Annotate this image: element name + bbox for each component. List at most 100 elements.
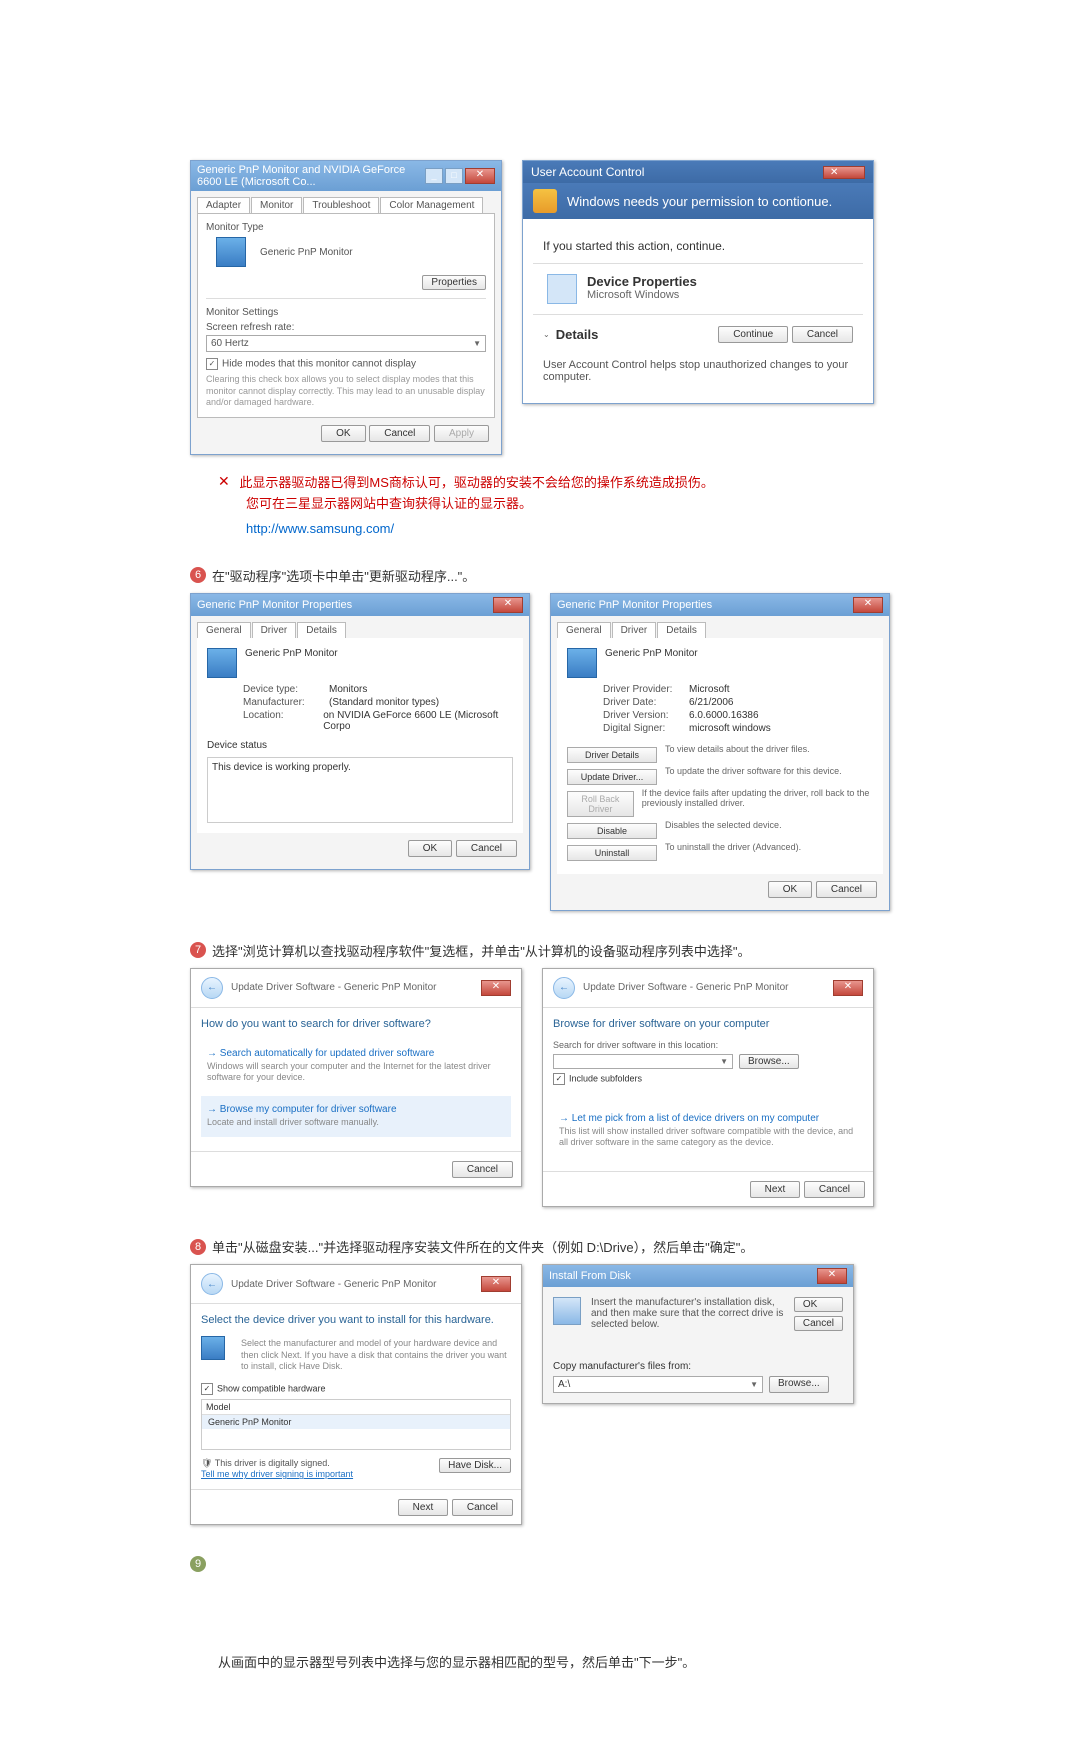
- ok-button[interactable]: OK: [321, 425, 365, 442]
- option-pick-list[interactable]: → Let me pick from a list of device driv…: [553, 1105, 863, 1157]
- rollback-button: Roll Back Driver: [567, 791, 634, 817]
- tab-monitor[interactable]: Monitor: [251, 197, 302, 213]
- disable-button[interactable]: Disable: [567, 823, 657, 839]
- model-header: Model: [202, 1400, 510, 1415]
- hide-modes-desc: Clearing this check box allows you to se…: [206, 374, 486, 409]
- update-driver-button[interactable]: Update Driver...: [567, 769, 657, 785]
- cancel-button[interactable]: Cancel: [456, 840, 517, 857]
- back-icon[interactable]: ←: [201, 1273, 223, 1295]
- uac-title: User Account Control: [531, 165, 644, 179]
- tab-general[interactable]: General: [557, 622, 611, 638]
- close-icon[interactable]: ✕: [481, 1276, 511, 1292]
- final-text: 从画面中的显示器型号列表中选择与您的显示器相匹配的型号，然后单击"下一步"。: [218, 1652, 890, 1671]
- maximize-icon[interactable]: □: [445, 168, 463, 184]
- next-button[interactable]: Next: [398, 1499, 449, 1516]
- close-icon[interactable]: ✕: [817, 1268, 847, 1284]
- uac-headline: Windows needs your permission to contion…: [567, 194, 832, 209]
- install-text: Insert the manufacturer's installation d…: [591, 1297, 784, 1331]
- close-icon[interactable]: ✕: [481, 980, 511, 996]
- ok-button[interactable]: OK: [408, 840, 452, 857]
- warning-line1: 此显示器驱动器已得到MS商标认可，驱动器的安装不会给您的操作系统造成损伤。: [239, 475, 714, 490]
- samsung-link[interactable]: http://www.samsung.com/: [246, 521, 890, 536]
- step8-badge: 8: [190, 1239, 206, 1255]
- ok-button[interactable]: OK: [768, 881, 812, 898]
- browse-button[interactable]: Browse...: [739, 1054, 799, 1069]
- continue-button[interactable]: Continue: [718, 326, 788, 343]
- back-icon[interactable]: ←: [201, 977, 223, 999]
- wizard-crumb: Update Driver Software - Generic PnP Mon…: [231, 982, 436, 993]
- app-icon: [547, 274, 577, 304]
- driver-details-button[interactable]: Driver Details: [567, 747, 657, 763]
- refresh-value: 60 Hertz: [211, 338, 249, 349]
- props-title: Generic PnP Monitor Properties✕: [551, 594, 889, 616]
- properties-button[interactable]: Properties: [422, 275, 486, 290]
- tab-troubleshoot[interactable]: Troubleshoot: [303, 197, 379, 213]
- dialog-titlebar: Generic PnP Monitor and NVIDIA GeForce 6…: [191, 161, 501, 191]
- cancel-button[interactable]: Cancel: [452, 1161, 513, 1178]
- path-combo[interactable]: ▼: [553, 1054, 733, 1069]
- chevron-down-icon[interactable]: ⌄: [543, 330, 550, 339]
- tab-details[interactable]: Details: [297, 622, 346, 638]
- cancel-button[interactable]: Cancel: [369, 425, 430, 442]
- copy-from-label: Copy manufacturer's files from:: [553, 1361, 843, 1372]
- cancel-button[interactable]: Cancel: [792, 326, 853, 343]
- browse-button[interactable]: Browse...: [769, 1376, 829, 1393]
- device-name: Generic PnP Monitor: [605, 648, 698, 659]
- hide-modes-checkbox[interactable]: ✓: [206, 358, 218, 370]
- close-icon[interactable]: ✕: [465, 168, 495, 184]
- tab-colormgmt[interactable]: Color Management: [380, 197, 483, 213]
- cancel-button[interactable]: Cancel: [804, 1181, 865, 1198]
- uac-publisher: Microsoft Windows: [587, 289, 697, 301]
- refresh-rate-select[interactable]: 60 Hertz ▼: [206, 335, 486, 352]
- uninstall-button[interactable]: Uninstall: [567, 845, 657, 861]
- option-auto-search[interactable]: → Search automatically for updated drive…: [201, 1040, 511, 1092]
- monitor-icon: [207, 648, 237, 678]
- tab-adapter[interactable]: Adapter: [197, 197, 250, 213]
- uac-details-label[interactable]: Details: [556, 327, 599, 342]
- apply-button[interactable]: Apply: [434, 425, 489, 442]
- wizard-desc: Select the manufacturer and model of you…: [241, 1338, 511, 1373]
- next-button[interactable]: Next: [750, 1181, 801, 1198]
- compat-checkbox[interactable]: ✓: [201, 1383, 213, 1395]
- uac-titlebar: User Account Control ✕: [523, 161, 873, 183]
- close-icon[interactable]: ✕: [823, 166, 865, 179]
- tab-details[interactable]: Details: [657, 622, 706, 638]
- option-browse[interactable]: → Browse my computer for driver software…: [201, 1096, 511, 1137]
- uac-footer-text: User Account Control helps stop unauthor…: [533, 353, 863, 393]
- monitor-type-label: Monitor Type: [206, 222, 486, 233]
- ok-button[interactable]: OK: [794, 1297, 843, 1312]
- have-disk-button[interactable]: Have Disk...: [439, 1458, 511, 1473]
- tab-driver[interactable]: Driver: [252, 622, 297, 638]
- cancel-button[interactable]: Cancel: [794, 1316, 843, 1331]
- step6-text: 在"驱动程序"选项卡中单击"更新驱动程序..."。: [212, 569, 475, 584]
- step7-badge: 7: [190, 942, 206, 958]
- tab-bar: Adapter Monitor Troubleshoot Color Manag…: [197, 197, 495, 213]
- device-name: Generic PnP Monitor: [245, 648, 338, 659]
- step6-badge: 6: [190, 567, 206, 583]
- monitor-icon: [201, 1336, 225, 1360]
- title-text: Generic PnP Monitor and NVIDIA GeForce 6…: [197, 164, 425, 188]
- chevron-down-icon: ▼: [473, 339, 481, 348]
- monitor-settings-label: Monitor Settings: [206, 307, 486, 318]
- chevron-down-icon: ▼: [750, 1380, 758, 1389]
- signing-link[interactable]: Tell me why driver signing is important: [201, 1469, 353, 1479]
- back-icon[interactable]: ←: [553, 977, 575, 999]
- model-item[interactable]: Generic PnP Monitor: [202, 1415, 510, 1429]
- path-combo[interactable]: A:\▼: [553, 1376, 763, 1393]
- tab-driver[interactable]: Driver: [612, 622, 657, 638]
- uac-action-text: If you started this action, continue.: [533, 229, 863, 264]
- close-icon[interactable]: ✕: [833, 980, 863, 996]
- x-icon: ✕: [218, 473, 230, 489]
- step7-text: 选择"浏览计算机以查找驱动程序软件"复选框，并单击"从计算机的设备驱动程序列表中…: [212, 944, 750, 959]
- cancel-button[interactable]: Cancel: [816, 881, 877, 898]
- tab-general[interactable]: General: [197, 622, 251, 638]
- minimize-icon[interactable]: _: [425, 168, 443, 184]
- cancel-button[interactable]: Cancel: [452, 1499, 513, 1516]
- refresh-label: Screen refresh rate:: [206, 322, 486, 333]
- install-title: Install From Disk✕: [543, 1265, 853, 1287]
- close-icon[interactable]: ✕: [493, 597, 523, 613]
- include-subfolders-checkbox[interactable]: ✓: [553, 1073, 565, 1085]
- wizard-question: How do you want to search for driver sof…: [201, 1018, 511, 1030]
- close-icon[interactable]: ✕: [853, 597, 883, 613]
- disk-icon: [553, 1297, 581, 1325]
